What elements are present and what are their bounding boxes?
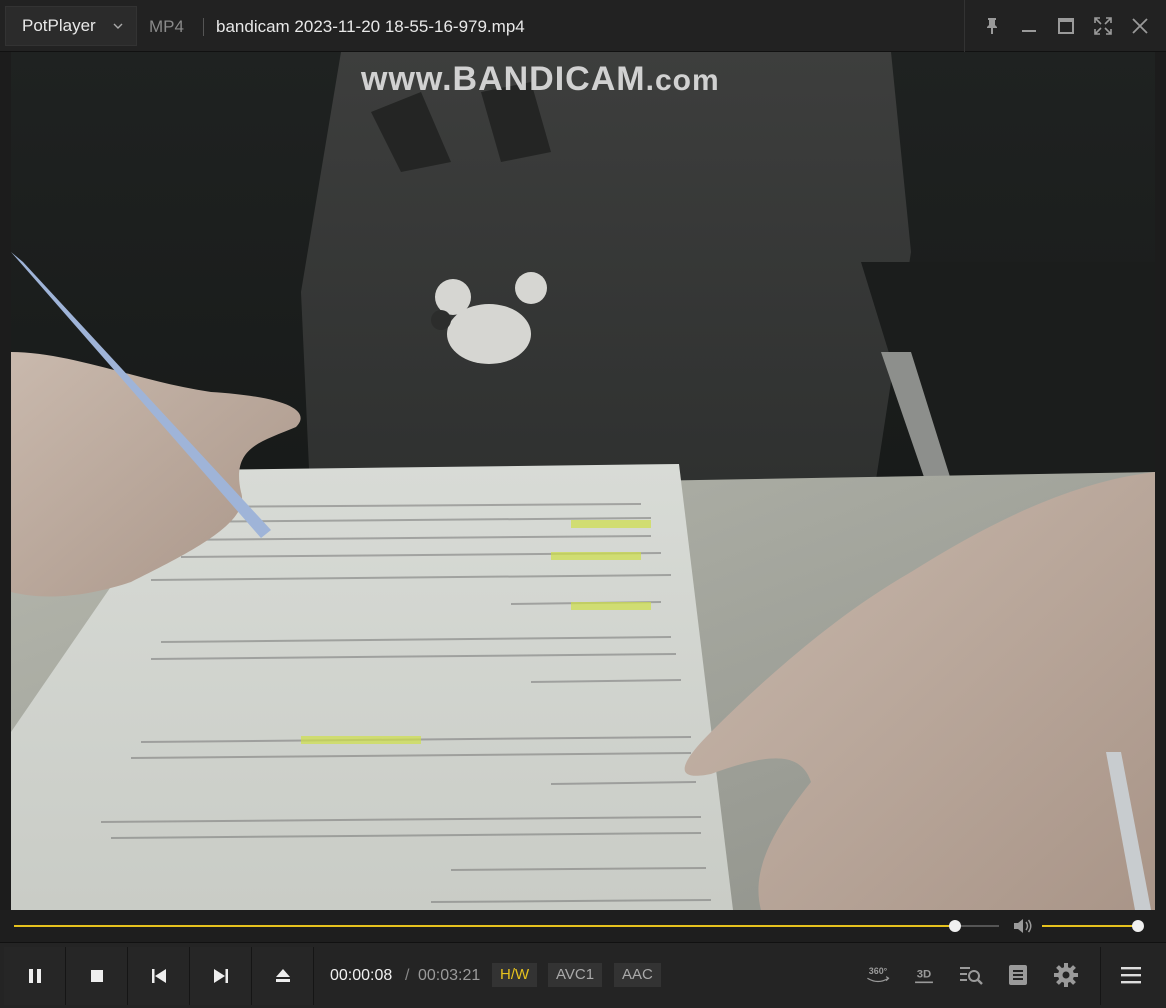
playlist-menu-button[interactable] — [1115, 961, 1147, 989]
bandicam-watermark: www.BANDICAM.com — [361, 60, 720, 98]
previous-icon — [151, 969, 166, 983]
minimize-button[interactable] — [1017, 14, 1041, 38]
app-name: PotPlayer — [22, 16, 96, 35]
chevron-down-icon — [113, 23, 123, 29]
video-scene — [11, 52, 1155, 910]
pause-icon — [28, 969, 41, 983]
close-icon — [1131, 18, 1148, 34]
minimize-icon — [1021, 30, 1036, 32]
svg-text:360°: 360° — [869, 966, 888, 976]
volume-icon[interactable] — [1012, 917, 1034, 935]
title-bar: PotPlayer MP4 bandicam 2023-11-20 18-55-… — [0, 0, 1166, 52]
pin-button[interactable] — [980, 14, 1004, 38]
gear-icon — [1054, 963, 1078, 987]
search-list-button[interactable] — [955, 961, 987, 989]
volume-level — [1042, 925, 1138, 927]
audio-codec-badge[interactable]: AAC — [614, 963, 661, 987]
pin-icon — [986, 18, 997, 34]
fullscreen-icon — [1093, 17, 1112, 35]
subtitles-button[interactable] — [1002, 961, 1034, 989]
eject-icon — [275, 969, 290, 982]
video-frame[interactable]: www.BANDICAM.com — [11, 52, 1155, 910]
next-button[interactable] — [190, 947, 252, 1005]
360-icon: 360° — [867, 966, 890, 983]
settings-button[interactable] — [1050, 961, 1082, 989]
seek-progress — [14, 925, 955, 927]
menu-divider — [1100, 947, 1101, 1005]
3d-mode-button[interactable]: 3D — [908, 961, 940, 989]
control-bar: 00:00:08 / 00:03:21 H/W AVC1 AAC 360° 3D — [0, 942, 1166, 1008]
title-divider — [203, 18, 204, 36]
svg-text:3D: 3D — [917, 968, 932, 980]
seek-bar[interactable] — [14, 920, 999, 932]
window-controls — [964, 0, 1166, 52]
subtitles-icon — [1009, 965, 1027, 985]
pause-button[interactable] — [4, 947, 66, 1005]
stop-button[interactable] — [66, 947, 128, 1005]
3d-icon: 3D — [915, 968, 933, 984]
video-codec-badge[interactable]: AVC1 — [548, 963, 603, 987]
previous-button[interactable] — [128, 947, 190, 1005]
fullscreen-button[interactable] — [1091, 14, 1115, 38]
maximize-button[interactable] — [1054, 14, 1078, 38]
file-format-label: MP4 — [149, 17, 184, 36]
time-separator: / — [405, 967, 410, 984]
maximize-icon — [1057, 18, 1074, 34]
hamburger-menu-icon — [1121, 967, 1141, 984]
close-button[interactable] — [1128, 14, 1152, 38]
volume-slider[interactable] — [1042, 920, 1144, 932]
next-icon — [213, 969, 228, 983]
hw-decoding-badge[interactable]: H/W — [492, 963, 538, 987]
seek-row — [0, 910, 1166, 942]
total-time[interactable]: 00:03:21 — [418, 967, 480, 985]
app-menu-button[interactable]: PotPlayer — [5, 6, 137, 46]
search-list-icon — [960, 967, 983, 985]
seek-handle[interactable] — [948, 920, 961, 932]
vr360-button[interactable]: 360° — [862, 961, 894, 989]
current-time: 00:00:08 — [330, 967, 393, 984]
file-name: bandicam 2023-11-20 18-55-16-979.mp4 — [216, 17, 525, 36]
stop-icon — [90, 970, 103, 982]
volume-handle[interactable] — [1132, 920, 1144, 932]
eject-button[interactable] — [252, 947, 314, 1005]
